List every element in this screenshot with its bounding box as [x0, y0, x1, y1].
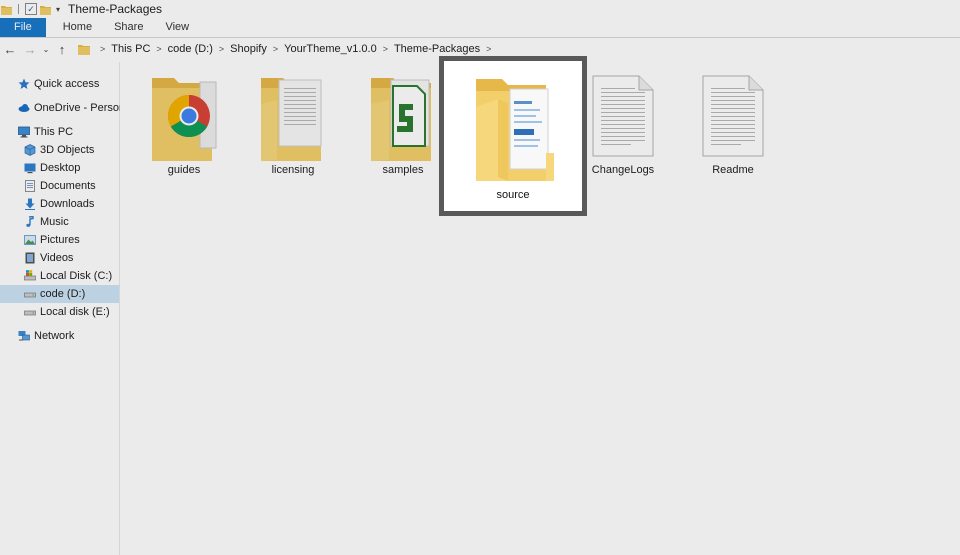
- folder-chrome-icon: [144, 74, 224, 162]
- ribbon-tabs: File Home Share View: [0, 18, 960, 38]
- nav-downloads[interactable]: Downloads: [0, 195, 119, 213]
- folder-icon: [78, 44, 90, 55]
- chevron-right-icon: >: [100, 44, 106, 54]
- breadcrumb-shopify[interactable]: Shopify: [230, 43, 267, 55]
- folder-document-icon: [470, 73, 558, 185]
- file-name: samples: [382, 164, 424, 176]
- drive-icon: [24, 288, 36, 300]
- star-icon: [18, 78, 30, 90]
- nav-desktop[interactable]: Desktop: [0, 159, 119, 177]
- nav-music[interactable]: Music: [0, 213, 119, 231]
- navigation-pane[interactable]: Quick access OneDrive - Personal This PC: [0, 62, 134, 555]
- nav-documents[interactable]: Documents: [0, 177, 119, 195]
- file-name: Readme: [712, 164, 754, 176]
- chevron-right-icon[interactable]: >: [383, 44, 388, 54]
- tab-view[interactable]: View: [154, 18, 200, 37]
- back-arrow-icon[interactable]: ←: [0, 39, 20, 59]
- folder-icon[interactable]: [1, 4, 12, 15]
- recent-locations-icon[interactable]: ⌄: [40, 39, 52, 59]
- nav-code-d[interactable]: code (D:): [0, 285, 119, 303]
- computer-icon: [18, 126, 30, 138]
- file-name: ChangeLogs: [591, 164, 655, 176]
- toolbar-divider: [18, 4, 19, 14]
- network-icon: [18, 330, 30, 342]
- drive-icon: [24, 270, 36, 282]
- quick-access-toolbar: ✓ ▾: [0, 3, 60, 15]
- breadcrumb-this-pc[interactable]: This PC: [111, 43, 150, 55]
- documents-icon: [24, 180, 36, 192]
- nav-pictures[interactable]: Pictures: [0, 231, 119, 249]
- window-title: Theme-Packages: [68, 2, 163, 16]
- file-item-readme[interactable]: Readme: [693, 74, 773, 176]
- download-icon: [24, 198, 36, 210]
- file-item-licensing[interactable]: licensing: [253, 74, 333, 176]
- tab-home[interactable]: Home: [52, 18, 103, 37]
- drive-icon: [24, 306, 36, 318]
- breadcrumb-code-d[interactable]: code (D:): [168, 43, 213, 55]
- chevron-right-icon[interactable]: >: [219, 44, 224, 54]
- address-bar[interactable]: > This PC > code (D:) > Shopify > YourTh…: [78, 40, 497, 58]
- nav-quick-access[interactable]: Quick access: [0, 75, 119, 93]
- file-name: guides: [167, 164, 201, 176]
- cloud-icon: [18, 102, 30, 114]
- new-folder-icon[interactable]: [40, 4, 51, 15]
- file-name: licensing: [271, 164, 315, 176]
- chevron-right-icon[interactable]: >: [486, 44, 491, 54]
- tab-share[interactable]: Share: [103, 18, 154, 37]
- file-item-guides[interactable]: guides: [144, 74, 224, 176]
- text-file-icon: [583, 74, 663, 162]
- properties-icon[interactable]: ✓: [25, 3, 37, 15]
- file-item-samples[interactable]: samples: [363, 74, 443, 176]
- nav-local-disk-c[interactable]: Local Disk (C:): [0, 267, 119, 285]
- file-name: source: [496, 189, 530, 201]
- up-arrow-icon[interactable]: ↑: [52, 39, 72, 59]
- tab-file[interactable]: File: [0, 18, 46, 37]
- desktop-icon: [24, 162, 36, 174]
- folder-green-app-icon: [363, 74, 443, 162]
- file-item-changelogs[interactable]: ChangeLogs: [583, 74, 663, 176]
- folder-document-icon: [253, 74, 333, 162]
- nav-this-pc[interactable]: This PC: [0, 123, 119, 141]
- text-file-icon: [693, 74, 773, 162]
- nav-onedrive[interactable]: OneDrive - Personal: [0, 99, 134, 117]
- pictures-icon: [24, 234, 36, 246]
- videos-icon: [24, 252, 36, 264]
- nav-network[interactable]: Network: [0, 327, 119, 345]
- file-explorer-window: ✓ ▾ Theme-Packages File Home Share View …: [0, 0, 960, 555]
- customize-toolbar-icon[interactable]: ▾: [56, 5, 60, 14]
- cube-icon: [24, 144, 36, 156]
- nav-videos[interactable]: Videos: [0, 249, 119, 267]
- breadcrumb-yourtheme[interactable]: YourTheme_v1.0.0: [284, 43, 377, 55]
- file-item-source-highlighted[interactable]: source: [439, 56, 587, 216]
- breadcrumb-theme-packages[interactable]: Theme-Packages: [394, 43, 480, 55]
- nav-3d-objects[interactable]: 3D Objects: [0, 141, 119, 159]
- title-bar: ✓ ▾ Theme-Packages: [0, 0, 960, 18]
- forward-arrow-icon[interactable]: →: [20, 39, 40, 59]
- music-icon: [24, 216, 36, 228]
- nav-local-disk-e[interactable]: Local disk (E:): [0, 303, 119, 321]
- chevron-right-icon[interactable]: >: [273, 44, 278, 54]
- chevron-right-icon[interactable]: >: [156, 44, 161, 54]
